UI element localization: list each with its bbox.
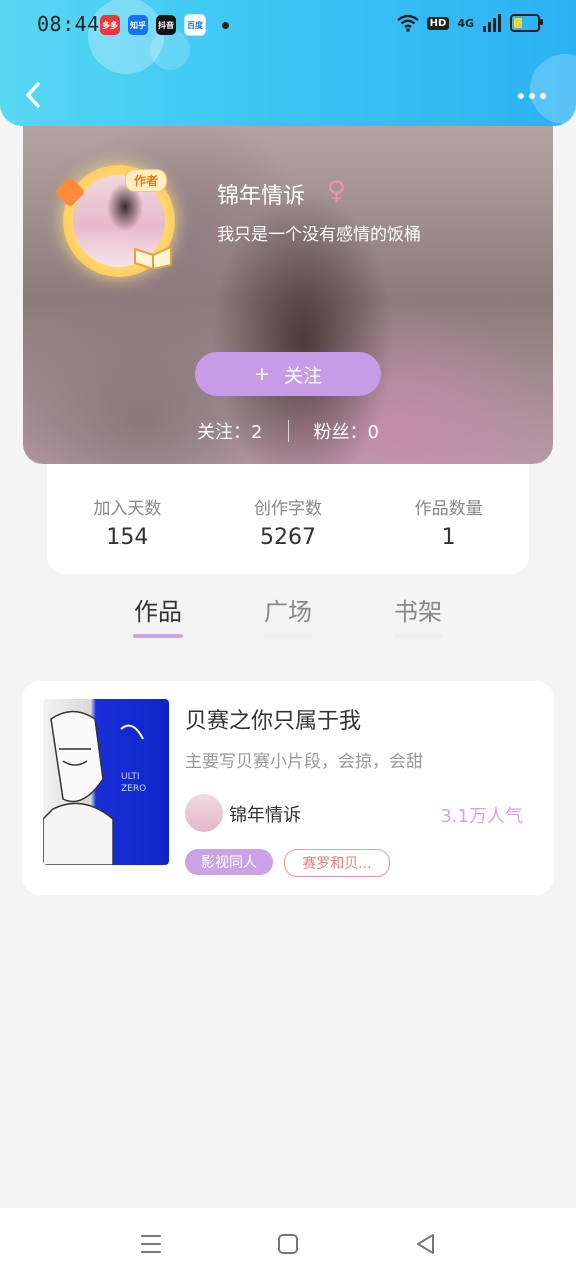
more-dot (529, 93, 535, 99)
follow-button[interactable]: + 关注 (195, 352, 381, 396)
chevron-left-icon (26, 82, 40, 108)
counter-value: 1 (441, 525, 456, 550)
female-icon: ♀ (327, 176, 347, 206)
notification-icons: 多多 知乎 抖音 百度 (100, 14, 229, 36)
counter-value: 5267 (260, 525, 316, 550)
tab-plaza[interactable]: 广场 (263, 590, 313, 655)
tab-bookshelf[interactable]: 书架 (393, 590, 443, 655)
signal-icon (483, 14, 501, 32)
profile-header-card: 作者 锦年情诉 ♀ 我只是一个没有感情的饭桶 + 关注 关注：2 粉丝：0 (23, 100, 553, 464)
book-tag-pairing[interactable]: 赛罗和贝... (284, 849, 390, 877)
svg-text:ZERO: ZERO (121, 784, 146, 794)
profile-tabs: 作品 广场 书架 (0, 590, 576, 655)
tab-indicator (133, 634, 183, 638)
wifi-icon (396, 14, 419, 32)
following-count: 2 (251, 422, 263, 443)
following-stat[interactable]: 关注：2 (197, 418, 262, 444)
more-dot (540, 93, 546, 99)
plus-icon: + (254, 363, 270, 385)
more-dot (518, 93, 524, 99)
home-square-icon (278, 1234, 298, 1254)
fans-count: 0 (367, 422, 379, 443)
book-description: 主要写贝赛小片段，会掠，会甜 (185, 752, 423, 772)
author-avatar[interactable]: 作者 (54, 165, 175, 277)
top-bar: 08:44 多多 知乎 抖音 百度 HD 4G (0, 0, 576, 126)
tab-label: 作品 (134, 598, 182, 626)
counter-label: 作品数量 (414, 499, 483, 519)
book-cover[interactable]: ULTI ZERO (43, 699, 169, 865)
follow-button-label: 关注 (283, 364, 322, 387)
counter-label: 加入天数 (93, 499, 162, 519)
book-title[interactable]: 贝赛之你只属于我 (185, 703, 361, 735)
battery-icon (510, 14, 543, 32)
book-popularity: 3.1万人气 (440, 806, 523, 827)
decorative-bubble (150, 30, 190, 70)
tab-works[interactable]: 作品 (133, 590, 183, 655)
tab-label: 广场 (264, 598, 312, 626)
stats-divider (287, 420, 289, 442)
book-list-item[interactable]: ULTI ZERO 贝赛之你只属于我 主要写贝赛小片段，会掠，会甜 锦年情诉 3… (22, 681, 554, 895)
follow-stats: 关注：2 粉丝：0 (23, 418, 553, 444)
menu-icon (141, 1235, 161, 1253)
tab-indicator (393, 634, 443, 638)
book-author-avatar (185, 794, 223, 832)
system-back-button[interactable] (412, 1230, 440, 1258)
counter-works-count: 作品数量 1 (368, 464, 529, 574)
profile-bio: 我只是一个没有感情的饭桶 (217, 225, 421, 245)
status-time: 08:44 (37, 12, 100, 36)
recent-apps-button[interactable] (137, 1230, 165, 1258)
pinduoduo-icon: 多多 (100, 15, 120, 35)
back-button[interactable] (20, 78, 50, 112)
zhihu-icon: 知乎 (128, 15, 148, 35)
douyin-icon: 抖音 (156, 15, 176, 35)
hd-icon: HD (426, 16, 450, 30)
system-navigation-bar (0, 1208, 576, 1280)
book-author-name: 锦年情诉 (229, 805, 301, 826)
counter-label: 创作字数 (254, 499, 322, 519)
open-book-icon (134, 245, 172, 269)
fans-label: 粉丝： (313, 422, 368, 443)
network-type: 4G (457, 16, 474, 30)
counter-join-days: 加入天数 154 (47, 464, 208, 574)
cover-illustration: ULTI ZERO (43, 710, 146, 865)
counter-value: 154 (106, 525, 149, 550)
home-button[interactable] (274, 1230, 302, 1258)
back-triangle-icon (417, 1234, 434, 1254)
svg-text:ULTI: ULTI (121, 772, 140, 782)
tab-label: 书架 (394, 598, 442, 626)
tab-indicator (263, 634, 313, 638)
counter-word-count: 创作字数 5267 (208, 464, 369, 574)
baidu-icon: 百度 (184, 14, 206, 36)
status-indicators: HD 4G (396, 14, 543, 32)
profile-counters: 加入天数 154 创作字数 5267 作品数量 1 (47, 464, 529, 574)
book-tag-genre[interactable]: 影视同人 (185, 849, 273, 875)
author-badge: 作者 (125, 169, 168, 192)
fans-stat[interactable]: 粉丝：0 (314, 418, 379, 444)
more-notifications-dot (222, 21, 229, 29)
profile-username: 锦年情诉 (217, 184, 306, 209)
more-button[interactable] (518, 88, 552, 104)
following-label: 关注： (197, 422, 252, 443)
